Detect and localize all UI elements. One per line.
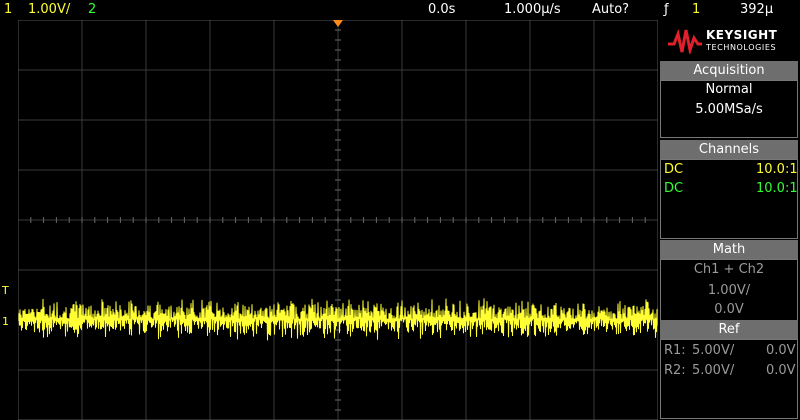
waveform-display[interactable]: [18, 20, 658, 420]
acquisition-mode: Normal: [705, 82, 753, 97]
math-header[interactable]: Math: [660, 240, 798, 259]
waveform-graticule: [18, 20, 658, 420]
trigger-slope-icon[interactable]: ƒ: [664, 2, 669, 17]
math-expression: Ch1 + Ch2: [693, 262, 765, 277]
channel2-probe: 10.0:1: [756, 181, 798, 196]
trigger-position-icon[interactable]: [333, 20, 343, 27]
logo-subtitle: TECHNOLOGIES: [706, 43, 777, 52]
keysight-logo: KEYSIGHT TECHNOLOGIES: [668, 26, 794, 56]
ref1-name: R1:: [664, 343, 686, 358]
time-scale[interactable]: 1.000µ/s: [504, 2, 561, 17]
logo-brand: KEYSIGHT: [706, 28, 778, 42]
channel2-label[interactable]: 2: [88, 2, 96, 17]
time-delay[interactable]: 0.0s: [428, 2, 455, 17]
math-scale: 1.00V/: [707, 283, 751, 298]
channel1-scale[interactable]: 1.00V/: [28, 2, 70, 17]
acquisition-header[interactable]: Acquisition: [660, 61, 798, 80]
trigger-level[interactable]: 392µ: [740, 2, 773, 17]
status-bar: 1 1.00V/ 2 0.0s 1.000µ/s Auto? ƒ 1 392µ: [0, 0, 800, 20]
trigger-mode[interactable]: Auto?: [592, 2, 629, 17]
ref1-offset: 0.0V: [766, 343, 796, 358]
ref2-name: R2:: [664, 363, 686, 378]
channel1-ground-marker[interactable]: 1: [2, 315, 9, 328]
ref-header[interactable]: Ref: [660, 320, 798, 339]
ref2-offset: 0.0V: [766, 363, 796, 378]
ref1-scale: 5.00V/: [692, 343, 735, 358]
trigger-source[interactable]: 1: [692, 2, 700, 17]
channel2-coupling: DC: [664, 181, 684, 196]
trigger-level-marker[interactable]: T: [2, 284, 9, 297]
channel1-coupling: DC: [664, 162, 684, 177]
ref2-scale: 5.00V/: [692, 363, 735, 378]
channel1-label[interactable]: 1: [4, 2, 12, 17]
keysight-wave-icon: [668, 28, 702, 54]
channel1-probe: 10.0:1: [756, 162, 798, 177]
channels-header[interactable]: Channels: [660, 140, 798, 159]
math-offset: 0.0V: [714, 302, 744, 317]
acquisition-rate: 5.00MSa/s: [695, 102, 763, 117]
